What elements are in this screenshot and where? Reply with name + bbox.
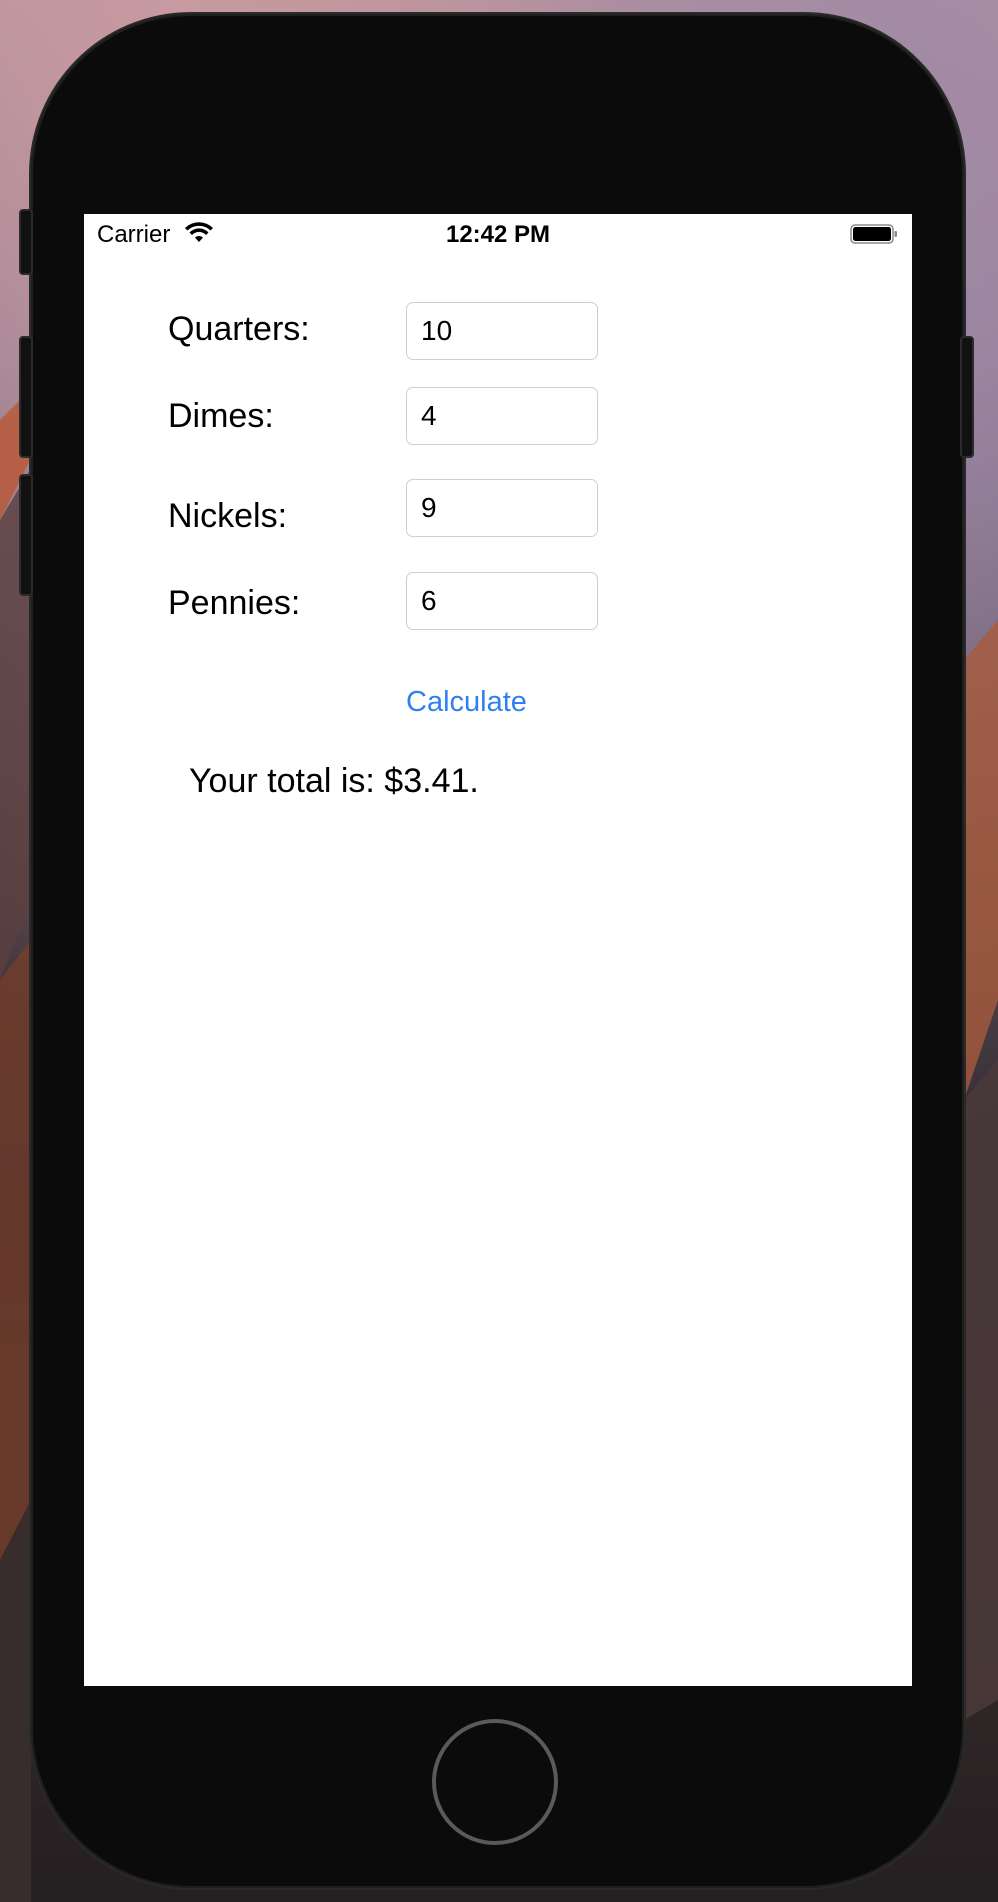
dimes-field[interactable] (406, 387, 598, 445)
calculate-button[interactable]: Calculate (406, 686, 527, 719)
pennies-field[interactable] (406, 572, 598, 630)
quarters-input[interactable] (407, 303, 597, 359)
nickels-field[interactable] (406, 479, 598, 537)
quarters-label: Quarters: (168, 310, 310, 348)
total-result-label: Your total is: $3.41. (189, 762, 479, 800)
volume-down-button (19, 474, 33, 596)
power-button (960, 336, 974, 458)
battery-icon (850, 224, 897, 244)
quarters-field[interactable] (406, 302, 598, 360)
home-button[interactable] (432, 1719, 558, 1845)
volume-up-button (19, 336, 33, 458)
dimes-label: Dimes: (168, 397, 274, 435)
app-screen: Carrier 12:42 PM Quarters: Dimes: Nickel… (84, 214, 912, 1686)
nickels-input[interactable] (407, 480, 597, 536)
pennies-label: Pennies: (168, 584, 301, 622)
dimes-input[interactable] (407, 388, 597, 444)
pennies-input[interactable] (407, 573, 597, 629)
status-bar: Carrier 12:42 PM (84, 214, 912, 258)
nickels-label: Nickels: (168, 497, 288, 535)
clock: 12:42 PM (445, 221, 551, 248)
mute-switch (19, 209, 33, 275)
